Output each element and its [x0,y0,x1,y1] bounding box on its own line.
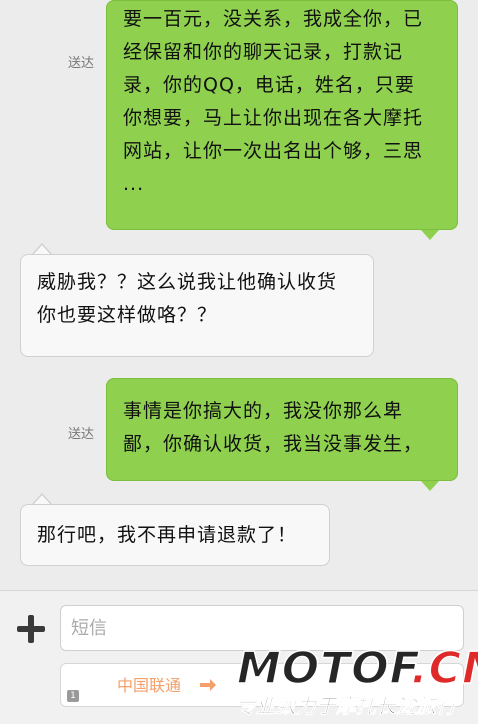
sent-message-bubble[interactable]: 事情是你搞大的，我没你那么卑 鄙，你确认收货，我当没事发生， [106,378,458,481]
conversation-thread[interactable]: 要一百元，没关系，我成全你，已 经保留和你的聊天记录，打款记 录，你的QQ，电话… [0,0,478,590]
message-text: 事情是你搞大的，我没你那么卑 鄙，你确认收货，我当没事发生， [123,400,424,455]
plus-icon[interactable] [17,615,45,643]
sent-message-bubble[interactable]: 要一百元，没关系，我成全你，已 经保留和你的聊天记录，打款记 录，你的QQ，电话… [106,0,458,230]
delivery-status: 送达 [68,427,95,442]
message-text: 要一百元，没关系，我成全你，已 经保留和你的聊天记录，打款记 录，你的QQ，电话… [123,8,424,195]
delivery-status: 送达 [68,56,95,71]
received-message-bubble[interactable]: 威胁我？？这么说我让他确认收货 你也要这样做咯？？ [20,254,374,357]
send-arrow-icon [200,679,216,691]
message-text: 那行吧，我不再申请退款了！ [37,524,298,546]
bubble-tail [421,481,439,491]
bubble-tail [421,230,439,240]
watermark-logo-main: MOTOF [236,643,411,694]
message-text: 威胁我？？这么说我让他确认收货 你也要这样做咯？？ [37,271,338,326]
sim-slot-badge: 1 [67,690,79,702]
watermark-tagline: 专业致力于摩托长途旅行 [236,694,457,719]
watermark-logo-suffix: .CN [410,643,478,694]
watermark-logo: MOTOF.CN [236,643,478,694]
received-message-bubble[interactable]: 那行吧，我不再申请退款了！ [20,504,330,566]
carrier-label: 中国联通 [117,676,182,695]
